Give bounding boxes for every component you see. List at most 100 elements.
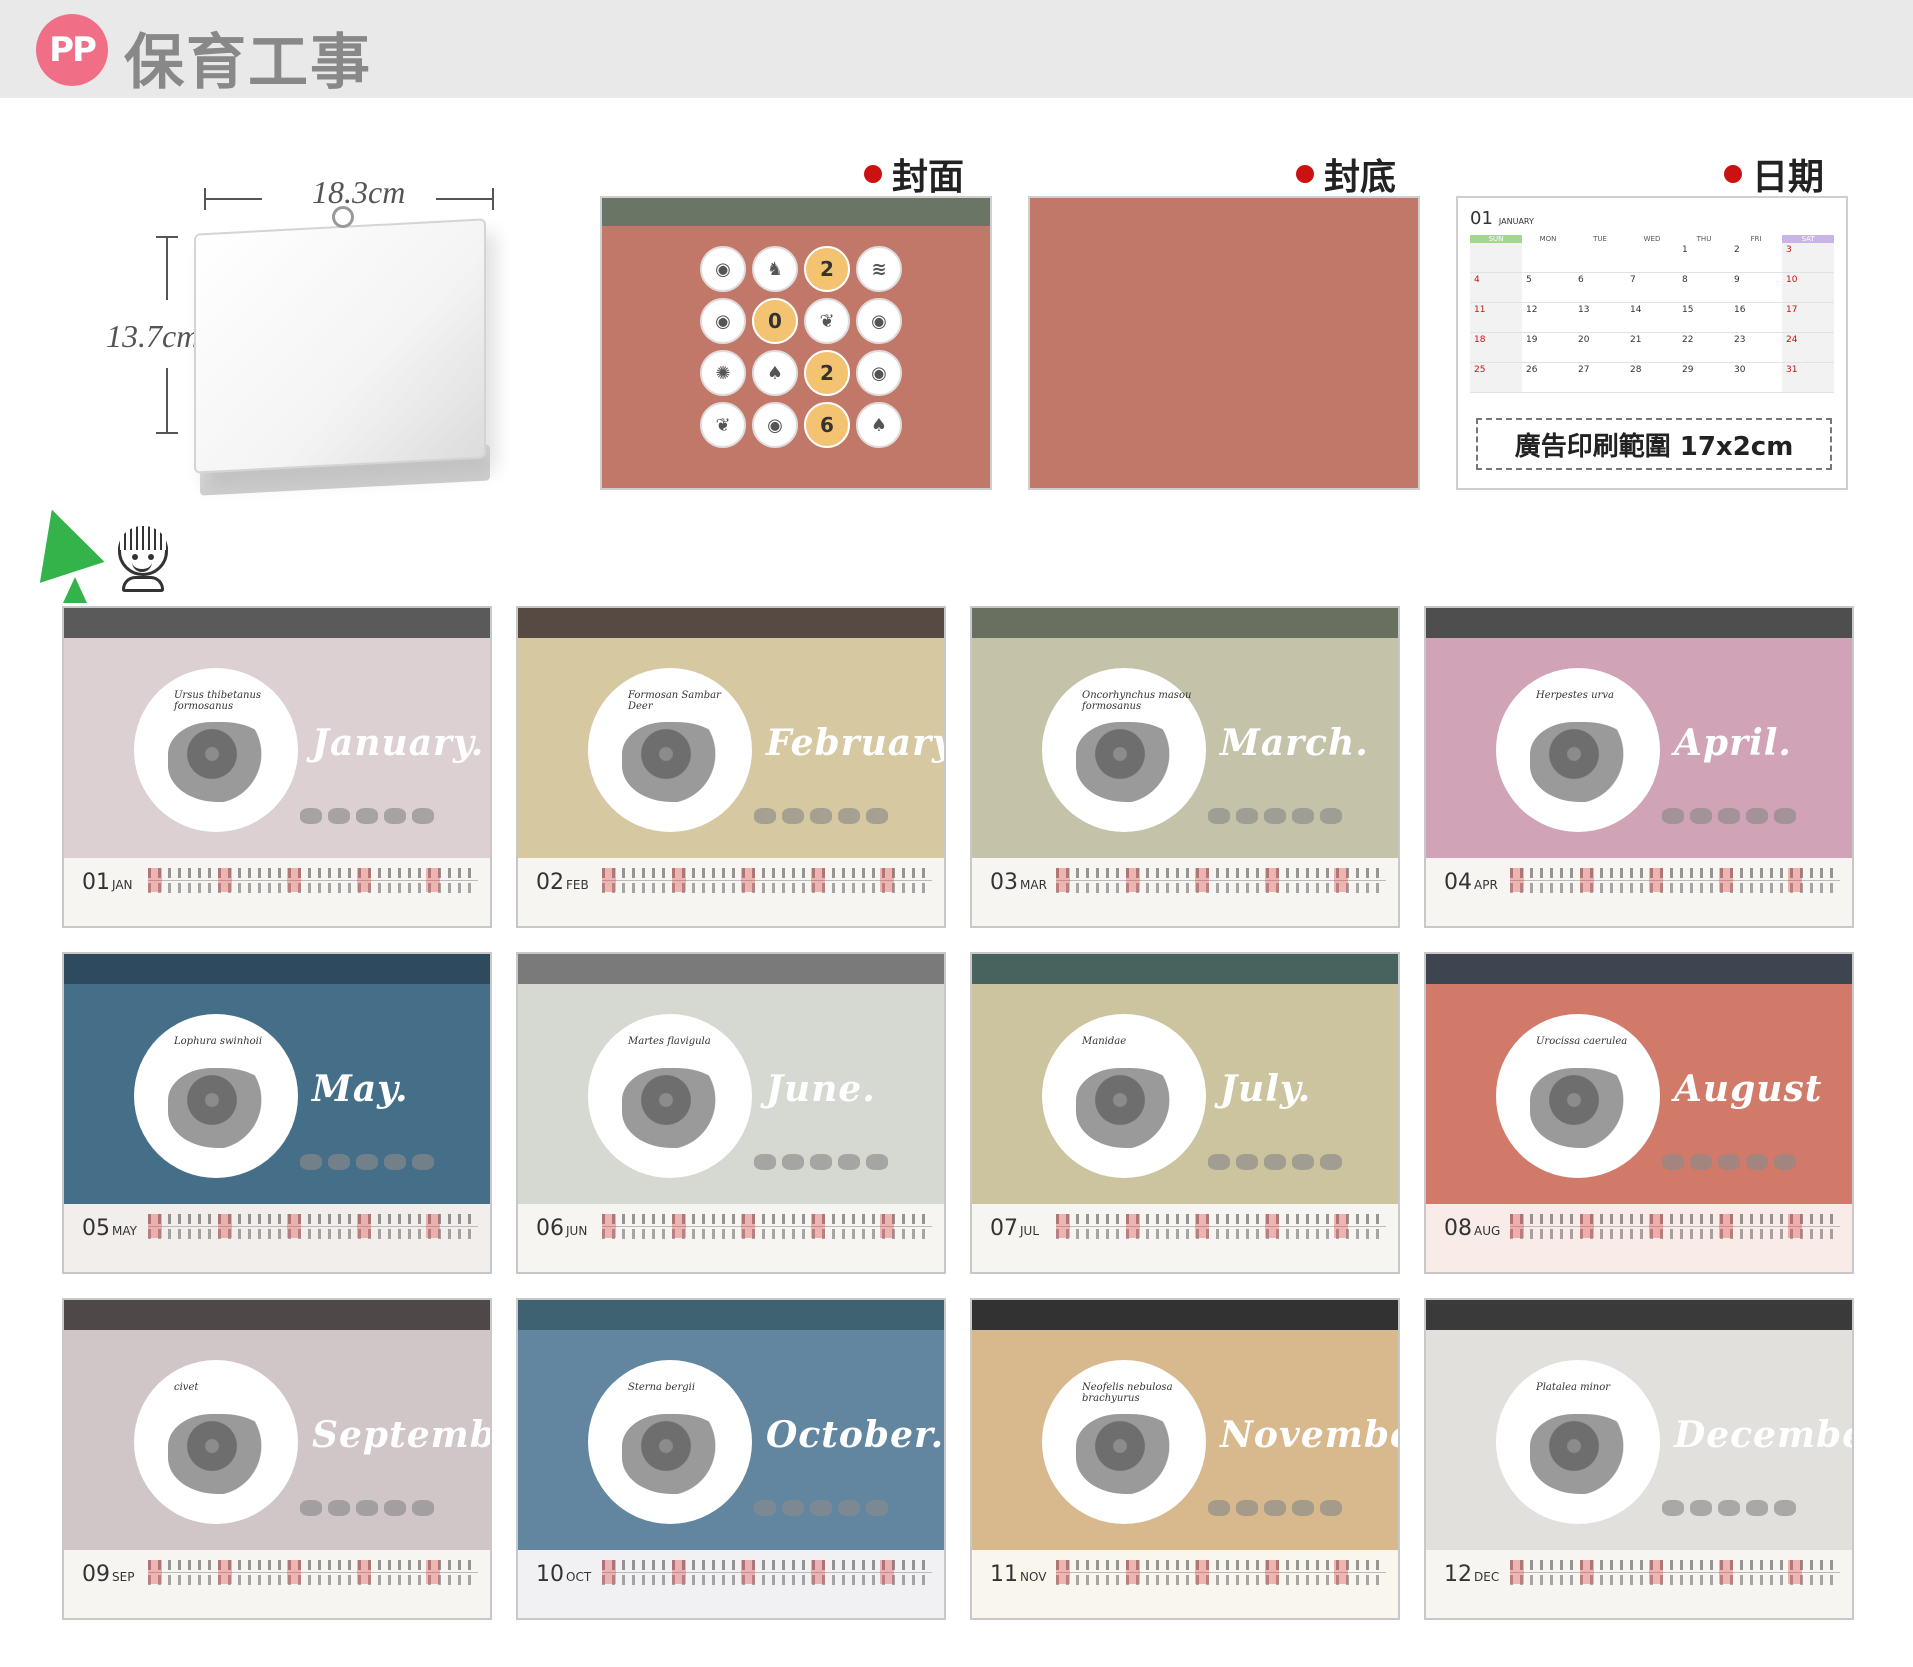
weekend-mark bbox=[741, 1214, 755, 1238]
animal-sketch-icon bbox=[1530, 1068, 1640, 1148]
month-abbr: SEP bbox=[112, 1570, 135, 1584]
mini-animal-icon bbox=[1746, 808, 1768, 824]
weekend-mark bbox=[602, 1560, 616, 1584]
weekend-mark bbox=[1510, 868, 1524, 892]
animal-sketch-icon bbox=[168, 1068, 278, 1148]
weekend-mark bbox=[357, 1560, 371, 1584]
girl-hair bbox=[118, 526, 168, 550]
month-number-text: 06 bbox=[536, 1216, 564, 1241]
weekend-mark bbox=[1265, 1214, 1279, 1238]
mini-animal-icon bbox=[1690, 1154, 1712, 1170]
month-number-text: 02 bbox=[536, 870, 564, 895]
mini-animal-icon bbox=[1662, 1500, 1684, 1516]
date-cell bbox=[1626, 243, 1678, 273]
weekend-mark bbox=[1334, 1560, 1348, 1584]
date-cell: 24 bbox=[1782, 333, 1834, 363]
month-number-text: 07 bbox=[990, 1216, 1018, 1241]
date-cell: 14 bbox=[1626, 303, 1678, 333]
weekend-mark bbox=[811, 1214, 825, 1238]
cover-label-text: 封面 bbox=[892, 157, 965, 198]
mini-animal-icon bbox=[866, 808, 888, 824]
mini-animal-icon bbox=[356, 808, 378, 824]
year-digit: 6 bbox=[804, 402, 850, 448]
mini-animal-icon bbox=[384, 808, 406, 824]
day-strip bbox=[602, 1560, 932, 1585]
mini-animal-icon bbox=[1774, 1500, 1796, 1516]
year-digit: 2 bbox=[804, 350, 850, 396]
fish-icon: ≋ bbox=[856, 246, 902, 292]
month-script-name: August bbox=[1674, 1068, 1823, 1110]
species-name: Herpestes urva bbox=[1536, 690, 1614, 701]
month-illustration-area: Sterna bergii October. bbox=[518, 1330, 944, 1550]
month-abbr: JAN bbox=[112, 878, 133, 892]
mini-animal-icon bbox=[1690, 808, 1712, 824]
weekend-mark bbox=[1056, 868, 1070, 892]
month-date-strip: 02 FEB bbox=[518, 858, 944, 926]
width-label: 18.3cm bbox=[312, 174, 406, 210]
mini-animal-icon bbox=[782, 1154, 804, 1170]
month-script-name: July. bbox=[1220, 1068, 1312, 1110]
weekend-mark bbox=[1056, 1560, 1070, 1584]
date-label-text: 日期 bbox=[1752, 157, 1825, 198]
month-script-name: April. bbox=[1674, 722, 1792, 764]
mini-animal-icon bbox=[782, 1500, 804, 1516]
girl-icon bbox=[112, 526, 174, 592]
month-illustration-area: Formosan Sambar Deer February. bbox=[518, 638, 944, 858]
date-cell bbox=[1470, 243, 1522, 273]
date-cell: 21 bbox=[1626, 333, 1678, 363]
height-tick-bottom bbox=[156, 432, 178, 434]
bullet-icon bbox=[1296, 165, 1314, 183]
bear-icon: ◉ bbox=[700, 246, 746, 292]
weekend-mark bbox=[1265, 1560, 1279, 1584]
month-illustration-area: Platalea minor December. bbox=[1426, 1330, 1852, 1550]
weekend-mark bbox=[148, 1560, 162, 1584]
weekend-mark bbox=[880, 1214, 894, 1238]
weekend-mark bbox=[218, 868, 232, 892]
weekend-mark bbox=[148, 1214, 162, 1238]
width-tick-right bbox=[492, 188, 494, 210]
animal-row-icon bbox=[300, 1500, 434, 1516]
month-band bbox=[972, 608, 1398, 638]
month-band bbox=[64, 608, 490, 638]
animal-row-icon bbox=[1662, 1154, 1796, 1170]
mini-animal-icon bbox=[866, 1500, 888, 1516]
month-number: 05 MAY bbox=[82, 1216, 137, 1241]
spoonbill-icon: ♠ bbox=[856, 402, 902, 448]
month-abbr: OCT bbox=[566, 1570, 592, 1584]
date-cell: 12 bbox=[1522, 303, 1574, 333]
weekend-mark bbox=[672, 1214, 686, 1238]
width-arrow-left bbox=[204, 198, 262, 200]
brand-title: 保育工事 bbox=[124, 28, 372, 98]
month-card: Martes flavigula June. 06 JUN bbox=[516, 952, 946, 1274]
weekend-mark bbox=[287, 1214, 301, 1238]
month-illustration-area: civet September. bbox=[64, 1330, 490, 1550]
month-band bbox=[518, 608, 944, 638]
month-illustration-area: Ursus thibetanus formosanus January. bbox=[64, 638, 490, 858]
month-script-name: January. bbox=[312, 722, 485, 764]
month-band bbox=[518, 1300, 944, 1330]
animal-sketch-icon bbox=[1076, 1414, 1186, 1494]
mini-animal-icon bbox=[754, 808, 776, 824]
month-date-strip: 01 JAN bbox=[64, 858, 490, 926]
weekend-mark bbox=[1126, 1214, 1140, 1238]
weekday-row: SUN MON TUE WED THU FRI SAT bbox=[1470, 235, 1834, 243]
weekday: MON bbox=[1539, 235, 1557, 243]
day-strip bbox=[602, 1214, 932, 1239]
month-illustration-area: Manidae July. bbox=[972, 984, 1398, 1204]
month-number-text: 10 bbox=[536, 1562, 564, 1587]
weekend-mark bbox=[357, 868, 371, 892]
month-date-strip: 06 JUN bbox=[518, 1204, 944, 1272]
mini-animal-icon bbox=[356, 1500, 378, 1516]
mini-animal-icon bbox=[1718, 1500, 1740, 1516]
month-number: 02 FEB bbox=[536, 870, 589, 895]
weekend-mark bbox=[811, 868, 825, 892]
mini-animal-icon bbox=[1292, 808, 1314, 824]
date-cell: 6 bbox=[1574, 273, 1626, 303]
day-strip bbox=[602, 868, 932, 893]
height-tick-top bbox=[156, 236, 178, 238]
animal-sketch-icon bbox=[1530, 1414, 1640, 1494]
day-strip bbox=[1056, 1560, 1386, 1585]
mini-animal-icon bbox=[1320, 1154, 1342, 1170]
month-script-name: March. bbox=[1220, 722, 1369, 764]
species-name: civet bbox=[174, 1382, 199, 1393]
